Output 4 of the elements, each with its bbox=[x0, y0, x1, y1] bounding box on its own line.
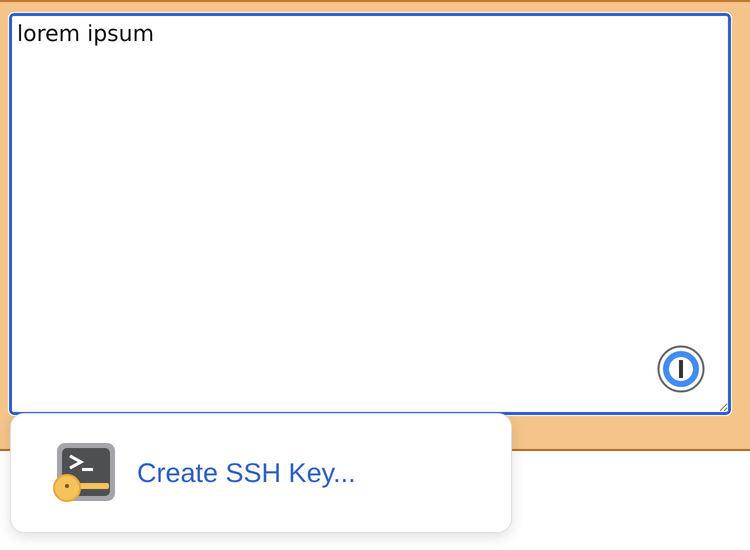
create-ssh-key-option[interactable]: Create SSH Key... bbox=[137, 458, 356, 488]
terminal-key-icon bbox=[53, 442, 115, 504]
password-manager-icon[interactable] bbox=[657, 345, 705, 393]
text-area[interactable]: lorem ipsum bbox=[9, 13, 731, 415]
